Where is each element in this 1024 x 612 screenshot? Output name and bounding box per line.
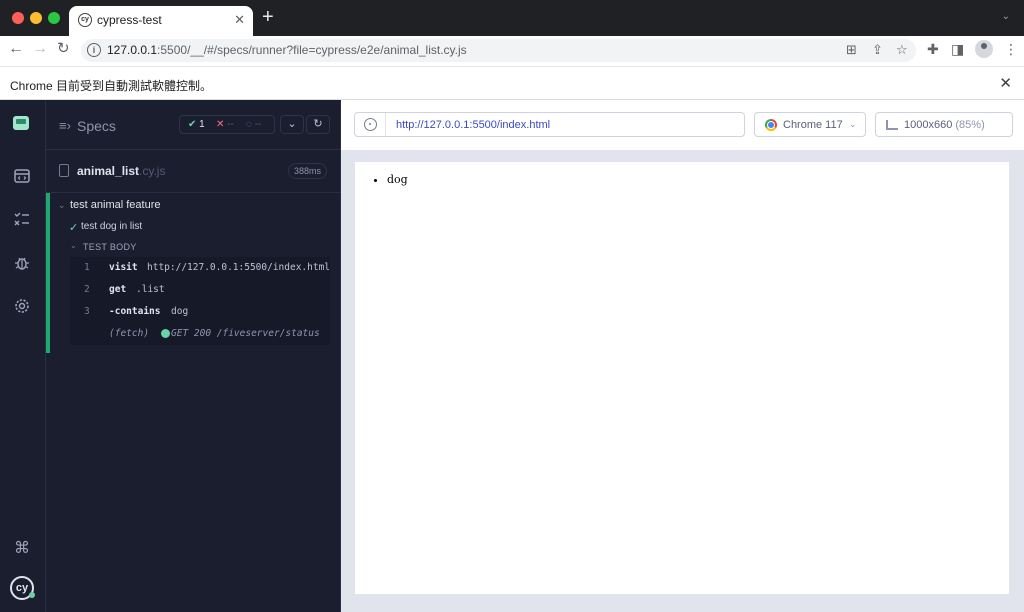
fetch-label: (fetch): [109, 328, 150, 339]
debug-icon[interactable]: [12, 254, 32, 274]
profile-icon[interactable]: [975, 40, 993, 58]
aut-url[interactable]: http://127.0.0.1:5500/index.html: [396, 119, 550, 131]
suite-title[interactable]: test animal feature: [70, 199, 161, 211]
nav-rail: ⌘ cy: [0, 100, 46, 612]
settings-icon[interactable]: [12, 297, 32, 317]
animal-list: dog: [375, 173, 408, 187]
command-number: 2: [84, 284, 90, 295]
info-icon[interactable]: i: [87, 43, 101, 57]
test-suite: ⌄ test animal feature ✓ test dog in list…: [46, 193, 341, 353]
tab-close-icon[interactable]: ✕: [234, 12, 245, 28]
test-title[interactable]: test dog in list: [81, 221, 142, 232]
viewport-info[interactable]: 1000x660 (85%): [875, 112, 1013, 137]
close-window-button[interactable]: [12, 12, 24, 24]
expand-collapse-button[interactable]: ⌄: [280, 115, 304, 134]
spec-file-name: animal_list.cy.js: [77, 164, 166, 178]
keyboard-shortcuts-icon[interactable]: ⌘: [12, 539, 32, 559]
status-dot-icon: [161, 329, 170, 338]
specs-list-icon[interactable]: ≡›: [59, 118, 71, 133]
test-passed-icon: ✓: [69, 222, 79, 234]
browser-selector[interactable]: Chrome 117 ⌄: [754, 112, 866, 137]
menu-icon[interactable]: ⋮: [1004, 41, 1018, 58]
automation-infobar: Chrome 目前受到自動測試軟體控制。 ✕: [0, 66, 1024, 100]
command-name: get: [109, 284, 127, 295]
rerun-button[interactable]: ↻: [306, 115, 330, 134]
cypress-logo-icon[interactable]: cy: [10, 576, 35, 600]
translate-icon[interactable]: ⊞: [846, 42, 857, 58]
viewport-size: 1000x660 (85%): [904, 119, 985, 131]
specs-icon[interactable]: [12, 167, 32, 187]
address-url[interactable]: 127.0.0.1:5500/__/#/specs/runner?file=cy…: [107, 43, 467, 57]
reporter-title[interactable]: Specs: [77, 118, 116, 134]
command-message: .list: [136, 284, 165, 295]
spec-file-row[interactable]: animal_list.cy.js 388ms: [46, 150, 341, 193]
back-icon[interactable]: ←: [8, 40, 24, 58]
address-bar[interactable]: i 127.0.0.1:5500/__/#/specs/runner?file=…: [81, 39, 916, 62]
runner-panel: http://127.0.0.1:5500/index.html Chrome …: [341, 100, 1024, 612]
browser-titlebar: cy cypress-test ✕ + ⌄: [0, 0, 1024, 36]
minimize-window-button[interactable]: [30, 12, 42, 24]
command-row[interactable]: 3 -contains dog: [70, 301, 330, 323]
bookmark-star-icon[interactable]: ☆: [896, 42, 908, 58]
cypress-favicon-icon: cy: [78, 13, 92, 27]
extensions-icon[interactable]: ✚: [927, 41, 939, 58]
chrome-icon: [765, 119, 777, 131]
chevron-down-icon: ⌄: [287, 118, 297, 130]
file-icon: [59, 164, 69, 177]
test-stats: ✔ 1 ✕ -- ◌ --: [179, 115, 275, 134]
command-row[interactable]: 1 visit http://127.0.0.1:5500/index.html: [70, 257, 330, 279]
test-body-title[interactable]: TEST BODY: [83, 242, 137, 252]
infobar-text: Chrome 目前受到自動測試軟體控制。: [10, 79, 213, 93]
failed-stat: ✕ --: [216, 119, 234, 130]
command-message: http://127.0.0.1:5500/index.html: [147, 262, 331, 273]
reporter-panel: ≡› Specs ✔ 1 ✕ -- ◌ -- ⌄ ↻ animal_list.c…: [46, 100, 341, 612]
command-row[interactable]: 2 get .list: [70, 279, 330, 301]
aut-url-bar[interactable]: http://127.0.0.1:5500/index.html: [354, 112, 745, 137]
command-number: 3: [84, 306, 90, 317]
side-panel-icon[interactable]: ◨: [951, 41, 964, 58]
command-number: 1: [84, 262, 90, 273]
pending-icon: ◌: [246, 119, 252, 130]
runs-icon[interactable]: [12, 210, 32, 230]
browser-name: Chrome 117: [783, 119, 843, 131]
check-icon: ✔: [188, 119, 197, 130]
fetch-row[interactable]: (fetch) GET 200 /fiveserver/status: [70, 323, 330, 345]
spec-duration-badge: 388ms: [287, 163, 327, 179]
chevron-down-icon[interactable]: ⌄: [58, 200, 66, 211]
reporter-header: ≡› Specs ✔ 1 ✕ -- ◌ -- ⌄ ↻: [46, 100, 341, 150]
tab-search-chevron-icon[interactable]: ⌄: [1002, 11, 1010, 22]
chevron-down-icon: ⌄: [849, 119, 857, 129]
new-tab-button[interactable]: +: [262, 7, 274, 27]
passed-stat: ✔ 1: [188, 119, 205, 130]
chevron-down-icon[interactable]: ⌄: [70, 241, 77, 250]
command-message: dog: [171, 306, 189, 317]
fetch-message: GET 200 /fiveserver/status: [171, 328, 320, 339]
cypress-app: ⌘ cy ≡› Specs ✔ 1 ✕ -- ◌ -- ⌄ ↻ animal_l…: [0, 100, 1024, 612]
maximize-window-button[interactable]: [48, 12, 60, 24]
aut-iframe: dog: [355, 162, 1009, 594]
command-name: -contains: [109, 306, 161, 317]
browser-toolbar: ← → ↻ i 127.0.0.1:5500/__/#/specs/runner…: [0, 36, 1024, 66]
rerun-icon: ↻: [313, 118, 323, 130]
tab-title: cypress-test: [97, 13, 162, 27]
project-logo-icon[interactable]: [13, 116, 29, 130]
runner-header: http://127.0.0.1:5500/index.html Chrome …: [341, 100, 1024, 150]
reload-icon[interactable]: ↻: [57, 40, 70, 58]
selector-playground-icon[interactable]: [364, 118, 377, 131]
viewport-icon: [886, 120, 898, 130]
share-icon[interactable]: ⇪: [872, 42, 883, 58]
list-item: dog: [387, 173, 408, 187]
command-log: 1 visit http://127.0.0.1:5500/index.html…: [70, 257, 330, 345]
divider: [385, 113, 386, 136]
infobar-close-icon[interactable]: ✕: [999, 74, 1012, 92]
forward-icon[interactable]: →: [32, 40, 48, 58]
cross-icon: ✕: [216, 119, 225, 130]
pending-stat: ◌ --: [246, 119, 262, 130]
browser-tab[interactable]: cy cypress-test ✕: [69, 6, 253, 36]
command-name: visit: [109, 262, 138, 273]
